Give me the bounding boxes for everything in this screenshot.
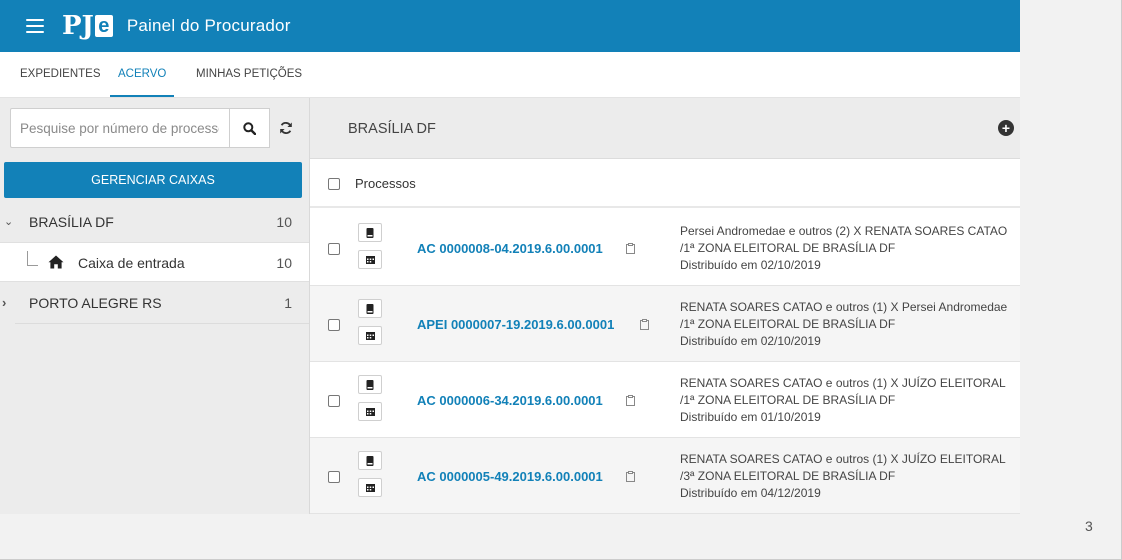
process-link[interactable]: AC 0000005-49.2019.6.00.0001 [417,469,603,484]
process-parties: RENATA SOARES CATAO e outros (1) X JUÍZO… [680,376,1006,390]
book-button[interactable] [358,375,382,394]
table-row[interactable]: AC 0000005-49.2019.6.00.0001 RENATA SOAR… [310,438,1020,514]
book-button[interactable] [358,223,382,242]
row-checkbox[interactable] [328,243,340,255]
search-icon [243,121,256,135]
tree-connector [27,251,38,266]
process-date: Distribuído em 02/10/2019 [680,334,821,348]
refresh-icon [280,122,292,134]
chevron-down-icon: ⌄ [4,216,14,228]
process-date: Distribuído em 01/10/2019 [680,410,821,424]
calendar-icon [365,332,375,340]
process-details: RENATA SOARES CATAO e outros (1) X JUÍZO… [680,451,1020,502]
tree-item-brasilia[interactable]: ⌄ BRASÍLIA DF 10 [0,202,309,242]
pje-logo[interactable]: PJ e [62,11,113,41]
tab-minhas-peticoes[interactable]: MINHAS PETIÇÕES [196,52,302,97]
tree-item-caixa-de-entrada[interactable]: Caixa de entrada 10 [0,242,309,282]
sidebar: GERENCIAR CAIXAS ⌄ BRASÍLIA DF 10 Caixa … [0,98,310,514]
tab-acervo[interactable]: ACERVO [109,52,175,97]
process-link[interactable]: APEI 0000007-19.2019.6.00.0001 [417,317,614,332]
chevron-right-icon: › [2,295,7,310]
main-header: BRASÍLIA DF + [310,98,1020,159]
menu-icon[interactable] [26,19,44,33]
book-icon [366,227,374,238]
tree-item-count: 1 [284,295,292,311]
book-icon [366,379,374,390]
home-icon [48,255,64,272]
tab-bar: EXPEDIENTES ACERVO MINHAS PETIÇÕES [0,52,1020,98]
search-input[interactable] [11,109,221,147]
add-icon[interactable]: + [998,120,1014,136]
manage-boxes-button[interactable]: GERENCIAR CAIXAS [4,162,302,198]
table-row[interactable]: AC 0000006-34.2019.6.00.0001 RENATA SOAR… [310,362,1020,438]
list-header-label: Processos [355,176,416,191]
process-details: RENATA SOARES CATAO e outros (1) X JUÍZO… [680,375,1020,426]
table-row[interactable]: AC 0000008-04.2019.6.00.0001 Persei Andr… [310,210,1020,286]
process-date: Distribuído em 04/12/2019 [680,486,821,500]
tree-item-count: 10 [276,255,292,271]
book-icon [366,455,374,466]
list-header: Processos [310,159,1020,208]
calendar-icon [365,408,375,416]
search-button[interactable] [229,108,270,148]
tab-expedientes[interactable]: EXPEDIENTES [20,52,101,97]
calendar-button[interactable] [358,478,382,497]
process-details: Persei Andromedae e outros (2) X RENATA … [680,223,1020,274]
page-title: BRASÍLIA DF [348,121,436,137]
clipboard-icon[interactable] [626,241,635,254]
page-number: 3 [1085,518,1093,534]
clipboard-icon[interactable] [640,317,649,330]
row-checkbox[interactable] [328,395,340,407]
app-title: Painel do Procurador [126,16,291,35]
process-court: /3ª ZONA ELEITORAL DE BRASÍLIA DF [680,469,896,483]
process-parties: RENATA SOARES CATAO e outros (1) X Perse… [680,300,1008,314]
tree-item-count: 10 [276,214,292,230]
calendar-button[interactable] [358,326,382,345]
process-details: RENATA SOARES CATAO e outros (1) X Perse… [680,299,1020,350]
process-parties: RENATA SOARES CATAO e outros (1) X JUÍZO… [680,452,1006,466]
process-link[interactable]: AC 0000006-34.2019.6.00.0001 [417,393,603,408]
book-icon [366,303,374,314]
process-parties: Persei Andromedae e outros (2) X RENATA … [680,224,1008,238]
process-date: Distribuído em 02/10/2019 [680,258,821,272]
tree-item-label: Caixa de entrada [78,255,185,271]
logo-text: PJ [62,11,94,41]
row-checkbox[interactable] [328,319,340,331]
clipboard-icon[interactable] [626,393,635,406]
process-court: /1ª ZONA ELEITORAL DE BRASÍLIA DF [680,393,896,407]
search-box [10,108,229,148]
clipboard-icon[interactable] [626,469,635,482]
app-frame: PJ e Painel do Procurador EXPEDIENTES ACE… [0,0,1020,514]
tree-item-porto-alegre[interactable]: › PORTO ALEGRE RS 1 [0,283,309,323]
book-button[interactable] [358,451,382,470]
row-checkbox[interactable] [328,471,340,483]
logo-accent: e [94,15,113,37]
process-link[interactable]: AC 0000008-04.2019.6.00.0001 [417,241,603,256]
book-button[interactable] [358,299,382,318]
tree-divider [15,323,309,324]
calendar-icon [365,256,375,264]
tree-item-label: PORTO ALEGRE RS [29,295,162,311]
tree-item-label: BRASÍLIA DF [29,214,114,230]
calendar-button[interactable] [358,402,382,421]
top-bar: PJ e Painel do Procurador [0,0,1020,52]
calendar-button[interactable] [358,250,382,269]
process-court: /1ª ZONA ELEITORAL DE BRASÍLIA DF [680,317,896,331]
process-court: /1ª ZONA ELEITORAL DE BRASÍLIA DF [680,241,896,255]
table-row[interactable]: APEI 0000007-19.2019.6.00.0001 RENATA SO… [310,286,1020,362]
calendar-icon [365,484,375,492]
main-panel: BRASÍLIA DF + Processos AC 0000008-04.20… [310,98,1020,514]
select-all-checkbox[interactable] [328,178,340,190]
refresh-button[interactable] [276,118,296,138]
